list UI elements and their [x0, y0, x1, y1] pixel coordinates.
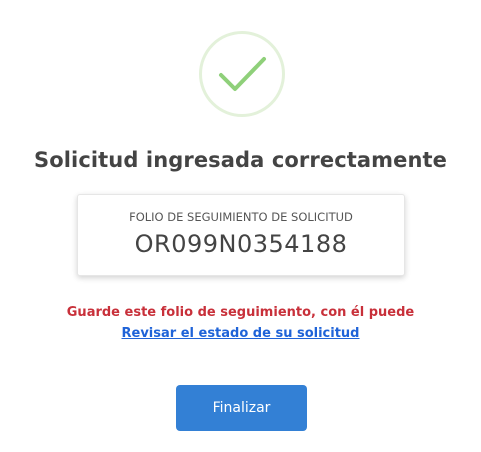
- folio-number: OR099N0354188: [134, 230, 348, 258]
- page-title: Solicitud ingresada correctamente: [33, 148, 448, 172]
- warning-message: Guarde este folio de seguimiento, con él…: [66, 305, 415, 320]
- check-circle-icon: [199, 31, 285, 117]
- check-status-link[interactable]: Revisar el estado de su solicitud: [0, 326, 481, 341]
- folio-card: FOLIO DE SEGUIMIENTO DE SOLICITUD OR099N…: [77, 194, 405, 276]
- folio-label: FOLIO DE SEGUIMIENTO DE SOLICITUD: [129, 210, 353, 224]
- finalize-button[interactable]: Finalizar: [176, 385, 307, 431]
